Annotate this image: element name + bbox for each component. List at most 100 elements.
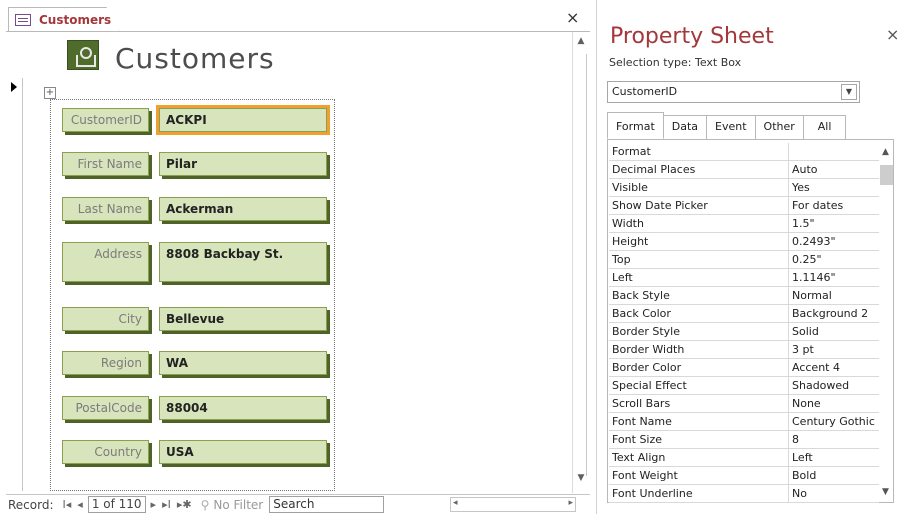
property-value[interactable]: 0.2493" — [789, 233, 879, 250]
label-first-name[interactable]: First Name — [62, 152, 149, 176]
new-record-icon[interactable]: ▸✱ — [177, 498, 192, 511]
property-row[interactable]: Text Align Left — [609, 449, 879, 467]
control-selector[interactable]: CustomerID ▼ — [607, 81, 860, 103]
property-row[interactable]: Font Weight Bold — [609, 467, 879, 485]
scroll-up-icon[interactable]: ▲ — [882, 147, 889, 157]
label-address[interactable]: Address — [62, 242, 149, 282]
property-value[interactable]: Yes — [789, 179, 879, 196]
textbox-last-name[interactable]: Ackerman — [159, 197, 327, 221]
property-row[interactable]: Border Width 3 pt — [609, 341, 879, 359]
property-row[interactable]: Decimal Places Auto — [609, 161, 879, 179]
label-last-name[interactable]: Last Name — [62, 197, 149, 221]
property-row[interactable]: Show Date Picker For dates — [609, 197, 879, 215]
selection-type: Selection type: Text Box — [609, 56, 742, 69]
property-row[interactable]: Font Size 8 — [609, 431, 879, 449]
filter-toggle[interactable]: ⚲ No Filter — [201, 498, 264, 512]
textbox-first-name[interactable]: Pilar — [159, 152, 327, 176]
scroll-up-icon[interactable]: ▲ — [573, 36, 589, 52]
property-value[interactable] — [789, 143, 879, 160]
property-name: Scroll Bars — [609, 395, 789, 412]
property-value[interactable]: 8 — [789, 431, 879, 448]
property-value[interactable]: 1.5" — [789, 215, 879, 232]
label-country[interactable]: Country — [62, 440, 149, 464]
property-grid: Format Decimal Places Auto Visible Yes Sho… — [609, 143, 879, 503]
last-record-icon[interactable]: ▸I — [162, 498, 171, 511]
close-icon[interactable]: × — [886, 25, 899, 44]
property-value[interactable]: Bold — [789, 467, 879, 484]
move-handle-icon[interactable]: + — [44, 87, 56, 99]
property-name: Font Size — [609, 431, 789, 448]
scroll-right-icon[interactable]: ▸ — [568, 498, 573, 508]
record-label: Record: — [8, 497, 54, 512]
scroll-down-icon[interactable]: ▼ — [882, 487, 889, 497]
property-row[interactable]: Border Style Solid — [609, 323, 879, 341]
tab-event[interactable]: Event — [706, 115, 756, 139]
record-selector[interactable] — [6, 78, 23, 491]
property-value[interactable]: Background 2 — [789, 305, 879, 322]
label-region[interactable]: Region — [62, 351, 149, 375]
property-value[interactable]: Normal — [789, 287, 879, 304]
first-record-icon[interactable]: I◂ — [63, 498, 72, 511]
previous-record-icon[interactable]: ◂ — [77, 498, 83, 511]
property-value[interactable]: For dates — [789, 197, 879, 214]
property-grid-scrollbar[interactable]: ▲ ▼ — [880, 143, 893, 501]
property-value[interactable]: 1.1146" — [789, 269, 879, 286]
property-value[interactable]: No — [789, 485, 879, 502]
property-value[interactable]: 3 pt — [789, 341, 879, 358]
tab-all[interactable]: All — [802, 115, 847, 139]
property-row[interactable]: Scroll Bars None — [609, 395, 879, 413]
property-row[interactable]: Back Style Normal — [609, 287, 879, 305]
textbox-region[interactable]: WA — [159, 351, 327, 375]
property-tabs: Format Data Event Other All — [607, 112, 847, 139]
property-row[interactable]: Left 1.1146" — [609, 269, 879, 287]
property-name: Top — [609, 251, 789, 268]
property-row[interactable]: Width 1.5" — [609, 215, 879, 233]
property-name: Border Width — [609, 341, 789, 358]
textbox-city[interactable]: Bellevue — [159, 307, 327, 331]
property-value[interactable]: Auto — [789, 161, 879, 178]
tab-other[interactable]: Other — [754, 115, 804, 139]
tab-format[interactable]: Format — [607, 112, 664, 139]
property-row[interactable]: Font Name Century Gothic — [609, 413, 879, 431]
textbox-country[interactable]: USA — [159, 440, 327, 464]
record-position[interactable]: 1 of 110 — [87, 496, 146, 513]
property-value[interactable]: 0.25" — [789, 251, 879, 268]
property-row[interactable]: Height 0.2493" — [609, 233, 879, 251]
tab-label: Customers — [39, 13, 112, 27]
property-value[interactable]: Century Gothic — [789, 413, 879, 430]
property-name: Visible — [609, 179, 789, 196]
horizontal-scrollbar[interactable]: ◂ ▸ — [450, 497, 576, 512]
close-document-icon[interactable]: × — [566, 10, 579, 26]
property-row[interactable]: Font Underline No — [609, 485, 879, 503]
chevron-down-icon[interactable]: ▼ — [841, 84, 857, 100]
property-value[interactable]: Accent 4 — [789, 359, 879, 376]
property-value[interactable]: None — [789, 395, 879, 412]
textbox-address[interactable]: 8808 Backbay St. — [159, 242, 327, 282]
textbox-customerid[interactable]: ACKPI — [156, 105, 330, 135]
tab-data[interactable]: Data — [662, 115, 708, 139]
property-row[interactable]: Border Color Accent 4 — [609, 359, 879, 377]
form-vertical-scrollbar[interactable]: ▲ ▼ — [572, 32, 589, 493]
property-row[interactable]: Special Effect Shadowed — [609, 377, 879, 395]
property-row[interactable]: Top 0.25" — [609, 251, 879, 269]
scroll-thumb[interactable] — [576, 54, 587, 476]
filter-label: No Filter — [213, 497, 264, 512]
scroll-down-icon[interactable]: ▼ — [573, 473, 589, 489]
property-sheet-title: Property Sheet — [610, 24, 774, 49]
next-record-icon[interactable]: ▸ — [151, 498, 157, 511]
property-row[interactable]: Back Color Background 2 — [609, 305, 879, 323]
scroll-thumb[interactable] — [880, 165, 893, 185]
property-value[interactable]: Left — [789, 449, 879, 466]
textbox-postalcode[interactable]: 88004 — [159, 396, 327, 420]
property-value[interactable]: Solid — [789, 323, 879, 340]
property-row[interactable]: Format — [609, 143, 879, 161]
label-city[interactable]: City — [62, 307, 149, 331]
tab-customers[interactable]: Customers — [8, 7, 120, 32]
search-input[interactable]: Search — [269, 496, 385, 513]
property-value[interactable]: Shadowed — [789, 377, 879, 394]
label-customerid[interactable]: CustomerID — [62, 108, 149, 132]
property-name: Back Style — [609, 287, 789, 304]
label-postalcode[interactable]: PostalCode — [62, 396, 149, 420]
scroll-left-icon[interactable]: ◂ — [453, 498, 458, 508]
property-row[interactable]: Visible Yes — [609, 179, 879, 197]
